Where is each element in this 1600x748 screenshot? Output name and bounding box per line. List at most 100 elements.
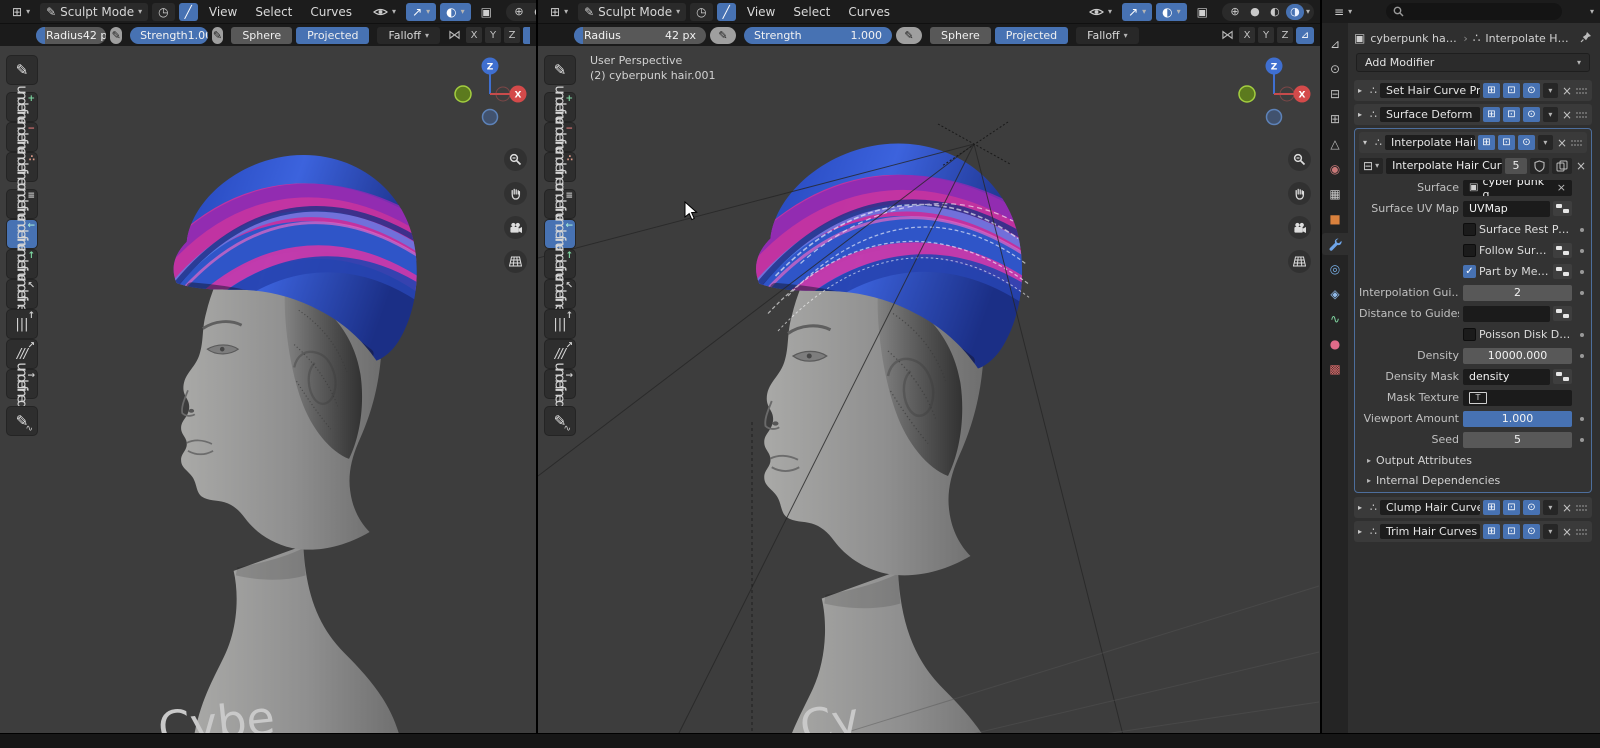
search-input[interactable] (1386, 3, 1562, 20)
delete-modifier-button[interactable]: × (1561, 525, 1573, 539)
sphere-button[interactable]: Sphere (930, 27, 991, 44)
interpolation-guides-field[interactable]: 2 (1463, 285, 1572, 301)
tab-material[interactable]: ● (1322, 333, 1348, 355)
tool-selection-paint[interactable]: ✎ (7, 56, 37, 84)
delete-modifier-button[interactable]: × (1561, 108, 1573, 122)
tool-draw[interactable]: ✎∿ (7, 407, 37, 435)
modifier-extras-button[interactable]: ▾ (1538, 135, 1553, 150)
gizmo-axis-y[interactable] (455, 86, 471, 102)
unlink-button[interactable]: × (1575, 159, 1587, 173)
sculpted-head-model[interactable] (20, 116, 477, 733)
add-modifier-button[interactable]: Add Modifier ▾ (1356, 53, 1590, 72)
drag-handle[interactable] (1571, 140, 1583, 146)
animate-dot[interactable] (1580, 291, 1584, 295)
animate-dot[interactable] (1580, 333, 1584, 337)
viewport2-canvas[interactable]: ✎undefined+undefined−undefined∴undefined… (538, 46, 1320, 733)
clipped-button[interactable] (523, 27, 530, 44)
strength-pressure-button[interactable]: ✎ (896, 27, 922, 44)
drag-handle[interactable] (1576, 529, 1588, 535)
shading-rendered-button[interactable]: ◑ (1286, 4, 1304, 20)
modifier-row[interactable]: ▸∴Surface Deform⊞⊡⊙▾× (1354, 104, 1592, 125)
drag-handle[interactable] (1576, 505, 1588, 511)
sphere-button[interactable]: Sphere (231, 27, 292, 44)
animate-dot[interactable] (1580, 354, 1584, 358)
modifier-name[interactable]: Surface Deform (1380, 107, 1480, 122)
output-attributes-section[interactable]: ▸ Output Attributes (1359, 450, 1587, 470)
tool-pinch[interactable]: undefined↖ (7, 280, 37, 308)
timer-toggle[interactable]: ◷ (152, 3, 174, 21)
tool-slide[interactable]: undefined→ (7, 370, 37, 398)
symmetry-x-button[interactable]: X (466, 27, 482, 43)
expand-icon[interactable]: ▸ (1358, 503, 1367, 512)
follow-surface-normal-checkbox[interactable] (1463, 244, 1476, 257)
render-toggle[interactable]: ⊙ (1518, 135, 1535, 150)
attribute-socket-icon[interactable] (1553, 243, 1572, 258)
modifier-row[interactable]: ▸∴Trim Hair Curves⊞⊡⊙▾× (1354, 521, 1592, 542)
surface-rest-position-checkbox[interactable] (1463, 223, 1476, 236)
navigation-gizmo[interactable]: Z X (450, 54, 530, 134)
delete-modifier-button[interactable]: × (1556, 136, 1568, 150)
timer-toggle[interactable]: ◷ (690, 3, 712, 21)
viewport1-canvas[interactable]: ✎undefined+undefined−undefined∴undefined… (0, 46, 536, 733)
viewport-display-toggle[interactable]: ⊡ (1503, 83, 1520, 98)
breadcrumb-modifier[interactable]: Interpolate Hair ... (1485, 32, 1573, 45)
shading-wireframe-button[interactable]: ⊕ (1226, 4, 1244, 20)
xray-toggle[interactable]: ▣ (475, 3, 498, 21)
pan-hand-button[interactable] (1288, 182, 1311, 205)
expand-icon[interactable]: ▸ (1358, 86, 1367, 95)
tab-render[interactable]: ⊙ (1322, 58, 1348, 80)
attribute-socket-icon[interactable] (1553, 201, 1572, 216)
overlays-dropdown[interactable]: ◐ ▾ (1156, 3, 1187, 21)
shading-solid-button[interactable]: ● (1246, 4, 1264, 20)
shading-solid-button[interactable]: ● (530, 4, 536, 20)
editor-type-button[interactable]: ⊞ ▾ (544, 3, 574, 21)
mode-selector[interactable]: ✎ Sculpt Mode ▾ (578, 3, 686, 21)
drag-handle[interactable] (1576, 112, 1588, 118)
modifier-extras-button[interactable]: ▾ (1543, 107, 1558, 122)
render-toggle[interactable]: ⊙ (1523, 83, 1540, 98)
gizmos-dropdown[interactable]: ↗ ▾ (1122, 3, 1152, 21)
edit-mode-toggle[interactable]: ⊞ (1483, 500, 1500, 515)
zoom-tool-button[interactable] (504, 148, 527, 171)
breadcrumb-object[interactable]: cyberpunk hai... (1370, 32, 1458, 45)
menu-view[interactable]: View (202, 5, 244, 19)
tab-world[interactable]: ◉ (1322, 158, 1348, 180)
menu-select[interactable]: Select (786, 5, 837, 19)
tab-output[interactable]: ⊟ (1322, 83, 1348, 105)
distance-to-guides-field[interactable] (1463, 306, 1550, 322)
symmetry-y-button[interactable]: Y (485, 27, 501, 43)
tab-tool[interactable]: ⊿ (1322, 33, 1348, 55)
edit-mode-toggle[interactable]: ⊞ (1483, 524, 1500, 539)
modifier-extras-button[interactable]: ▾ (1543, 500, 1558, 515)
symmetry-x-button[interactable]: X (1239, 27, 1255, 43)
radius-pressure-button[interactable]: ✎ (710, 27, 736, 44)
zoom-tool-button[interactable] (1288, 148, 1311, 171)
viewport-display-toggle[interactable]: ⊡ (1503, 524, 1520, 539)
tab-constraints[interactable]: ◈ (1322, 283, 1348, 305)
modifier-name[interactable]: Clump Hair Curves (1380, 500, 1480, 515)
viewport-display-toggle[interactable]: ⊡ (1503, 107, 1520, 122)
tool-density[interactable]: undefined∴ (545, 153, 575, 181)
gizmo-axis-y[interactable] (1239, 86, 1255, 102)
grid-view-button[interactable] (1288, 250, 1311, 273)
tool-slide[interactable]: undefined→ (545, 370, 575, 398)
strength-pressure-button[interactable]: ✎ (212, 27, 224, 44)
radius-pressure-button[interactable]: ✎ (110, 27, 122, 44)
tool-density[interactable]: undefined∴ (7, 153, 37, 181)
tab-texture[interactable]: ▩ (1322, 358, 1348, 380)
editor-type-button[interactable]: ⊞ ▾ (6, 3, 36, 21)
render-toggle[interactable]: ⊙ (1523, 107, 1540, 122)
animate-dot[interactable] (1580, 249, 1584, 253)
expand-icon[interactable]: ▸ (1358, 110, 1367, 119)
visibility-dropdown[interactable]: ▾ (367, 3, 402, 21)
tool-puff[interactable]: |||↑ (545, 310, 575, 338)
tab-data[interactable]: ∿ (1322, 308, 1348, 330)
tab-object[interactable]: ■ (1322, 208, 1348, 230)
editor-type-button[interactable]: ≡ ▾ (1328, 3, 1358, 21)
menu-curves[interactable]: Curves (841, 5, 897, 19)
user-count-button[interactable]: 5 (1505, 158, 1527, 174)
modifier-name[interactable]: Trim Hair Curves (1380, 524, 1480, 539)
gizmos-dropdown[interactable]: ↗ ▾ (406, 3, 436, 21)
expand-icon[interactable]: ▸ (1358, 527, 1367, 536)
camera-view-button[interactable] (1288, 216, 1311, 239)
